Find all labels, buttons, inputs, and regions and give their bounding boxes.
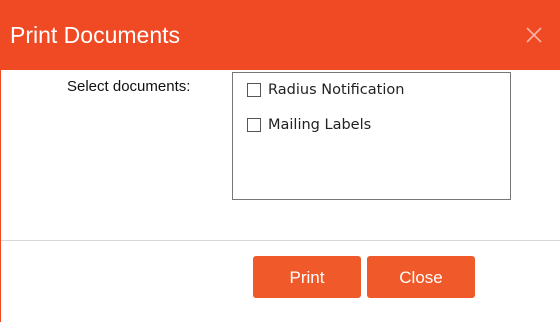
dialog-content: Select documents: Radius Notification Ma… bbox=[1, 70, 560, 240]
print-button[interactable]: Print bbox=[253, 256, 361, 298]
dialog-titlebar: Print Documents bbox=[1, 0, 560, 70]
mailing-labels-label[interactable]: Mailing Labels bbox=[268, 116, 371, 134]
footer-divider bbox=[1, 240, 560, 241]
document-item-mailing-labels[interactable]: Mailing Labels bbox=[247, 114, 371, 136]
mailing-labels-checkbox[interactable] bbox=[247, 118, 261, 132]
document-item-radius-notification[interactable]: Radius Notification bbox=[247, 79, 404, 101]
radius-notification-checkbox[interactable] bbox=[247, 83, 261, 97]
documents-list: Radius Notification Mailing Labels bbox=[232, 72, 511, 200]
dialog-title: Print Documents bbox=[10, 22, 181, 48]
close-icon[interactable] bbox=[523, 24, 545, 46]
print-documents-dialog: Print Documents Select documents: Radius… bbox=[0, 0, 560, 322]
close-button[interactable]: Close bbox=[367, 256, 475, 298]
select-documents-label: Select documents: bbox=[67, 78, 191, 95]
radius-notification-label[interactable]: Radius Notification bbox=[268, 81, 404, 99]
